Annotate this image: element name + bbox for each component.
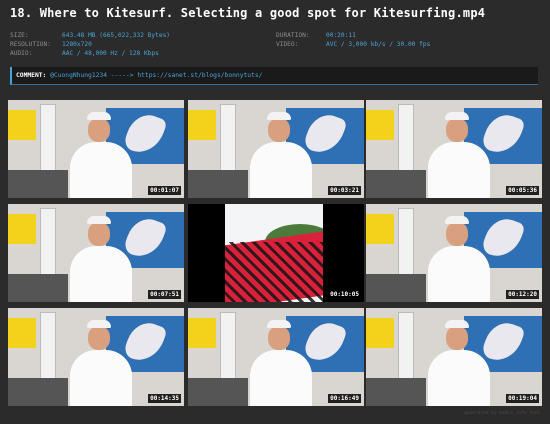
shelf — [188, 170, 248, 198]
resolution-value: 1280x720 — [62, 41, 92, 48]
video-label: VIDEO: — [276, 41, 299, 48]
shirt — [70, 142, 132, 198]
head — [88, 222, 110, 246]
head — [268, 118, 290, 142]
cap — [445, 320, 469, 328]
cap — [87, 112, 111, 120]
shirt — [428, 246, 490, 302]
yellow-board — [366, 214, 394, 244]
cap — [445, 112, 469, 120]
metadata-right: DURATION: 00:20:11 VIDEO: AVC / 3,000 kb/s… — [276, 31, 430, 49]
yellow-board — [188, 318, 216, 348]
shelf — [366, 170, 426, 198]
duration-value: 00:20:11 — [326, 32, 356, 39]
shelf — [366, 378, 426, 406]
cap — [87, 320, 111, 328]
shirt — [70, 350, 132, 406]
yellow-board — [188, 110, 216, 140]
shelf — [366, 274, 426, 302]
shelf — [188, 378, 248, 406]
timestamp-label: 00:03:21 — [328, 186, 361, 195]
video-thumbnail[interactable]: 00:12:20 — [366, 204, 542, 302]
yellow-board — [8, 110, 36, 140]
cap — [445, 216, 469, 224]
cap — [87, 216, 111, 224]
metadata-left: SIZE: 643.48 MB (665,022,332 Bytes) RESOL… — [10, 31, 170, 58]
timestamp-label: 00:05:36 — [506, 186, 539, 195]
shirt — [250, 142, 312, 198]
video-thumbnail[interactable]: 00:03:21 — [188, 100, 364, 198]
audio-label: AUDIO: — [10, 50, 33, 57]
head — [88, 118, 110, 142]
presenter — [246, 112, 316, 198]
shelf — [8, 170, 68, 198]
comment-label: COMMENT: — [16, 72, 47, 79]
size-row: SIZE: 643.48 MB (665,022,332 Bytes) — [10, 31, 170, 40]
video-thumbnail[interactable]: 00:01:07 — [8, 100, 184, 198]
timestamp-label: 00:19:04 — [506, 394, 539, 403]
presenter — [66, 216, 136, 302]
head — [88, 326, 110, 350]
presenter — [424, 320, 494, 406]
resolution-row: RESOLUTION: 1280x720 — [10, 40, 170, 49]
shirt — [428, 350, 490, 406]
video-thumbnail[interactable]: 00:14:35 — [8, 308, 184, 406]
watermark: generated by media info tool — [464, 411, 540, 416]
resolution-label: RESOLUTION: — [10, 41, 51, 48]
timestamp-label: 00:10:05 — [328, 290, 361, 299]
kite-image — [225, 204, 323, 302]
comment-bar: COMMENT: @CuongNhung1234 -----> https://… — [10, 67, 538, 85]
cap — [267, 112, 291, 120]
audio-value: AAC / 48,000 Hz / 128 Kbps — [62, 50, 159, 57]
yellow-board — [8, 214, 36, 244]
kite-pattern — [225, 242, 323, 302]
presenter — [424, 216, 494, 302]
size-label: SIZE: — [10, 32, 29, 39]
thumbnail-grid: 00:01:07 00:03:21 00:05:36 00:07:51 00:10:05… — [8, 96, 544, 406]
video-thumbnail[interactable]: 00:10:05 — [188, 204, 364, 302]
audio-row: AUDIO: AAC / 48,000 Hz / 128 Kbps — [10, 49, 170, 58]
video-row: VIDEO: AVC / 3,000 kb/s / 30.00 fps — [276, 40, 430, 49]
video-value: AVC / 3,000 kb/s / 30.00 fps — [326, 41, 431, 48]
head — [446, 118, 468, 142]
shelf — [8, 378, 68, 406]
shelf — [8, 274, 68, 302]
yellow-board — [366, 318, 394, 348]
video-thumbnail[interactable]: 00:16:49 — [188, 308, 364, 406]
yellow-board — [366, 110, 394, 140]
video-thumbnail[interactable]: 00:19:04 — [366, 308, 542, 406]
shirt — [250, 350, 312, 406]
head — [268, 326, 290, 350]
cap — [267, 320, 291, 328]
timestamp-label: 00:01:07 — [148, 186, 181, 195]
duration-label: DURATION: — [276, 32, 310, 39]
shirt — [428, 142, 490, 198]
yellow-board — [8, 318, 36, 348]
head — [446, 222, 468, 246]
video-thumbnail[interactable]: 00:05:36 — [366, 100, 542, 198]
presenter — [424, 112, 494, 198]
presenter — [66, 112, 136, 198]
presenter — [246, 320, 316, 406]
size-value: 643.48 MB (665,022,332 Bytes) — [62, 32, 171, 39]
duration-row: DURATION: 00:20:11 — [276, 31, 430, 40]
timestamp-label: 00:07:51 — [148, 290, 181, 299]
shirt — [70, 246, 132, 302]
timestamp-label: 00:12:20 — [506, 290, 539, 299]
video-thumbnail[interactable]: 00:07:51 — [8, 204, 184, 302]
head — [446, 326, 468, 350]
timestamp-label: 00:14:35 — [148, 394, 181, 403]
timestamp-label: 00:16:49 — [328, 394, 361, 403]
presenter — [66, 320, 136, 406]
video-title: 18. Where to Kitesurf. Selecting a good … — [10, 6, 486, 20]
comment-text[interactable]: @CuongNhung1234 -----> https://sanet.st/… — [50, 72, 262, 79]
